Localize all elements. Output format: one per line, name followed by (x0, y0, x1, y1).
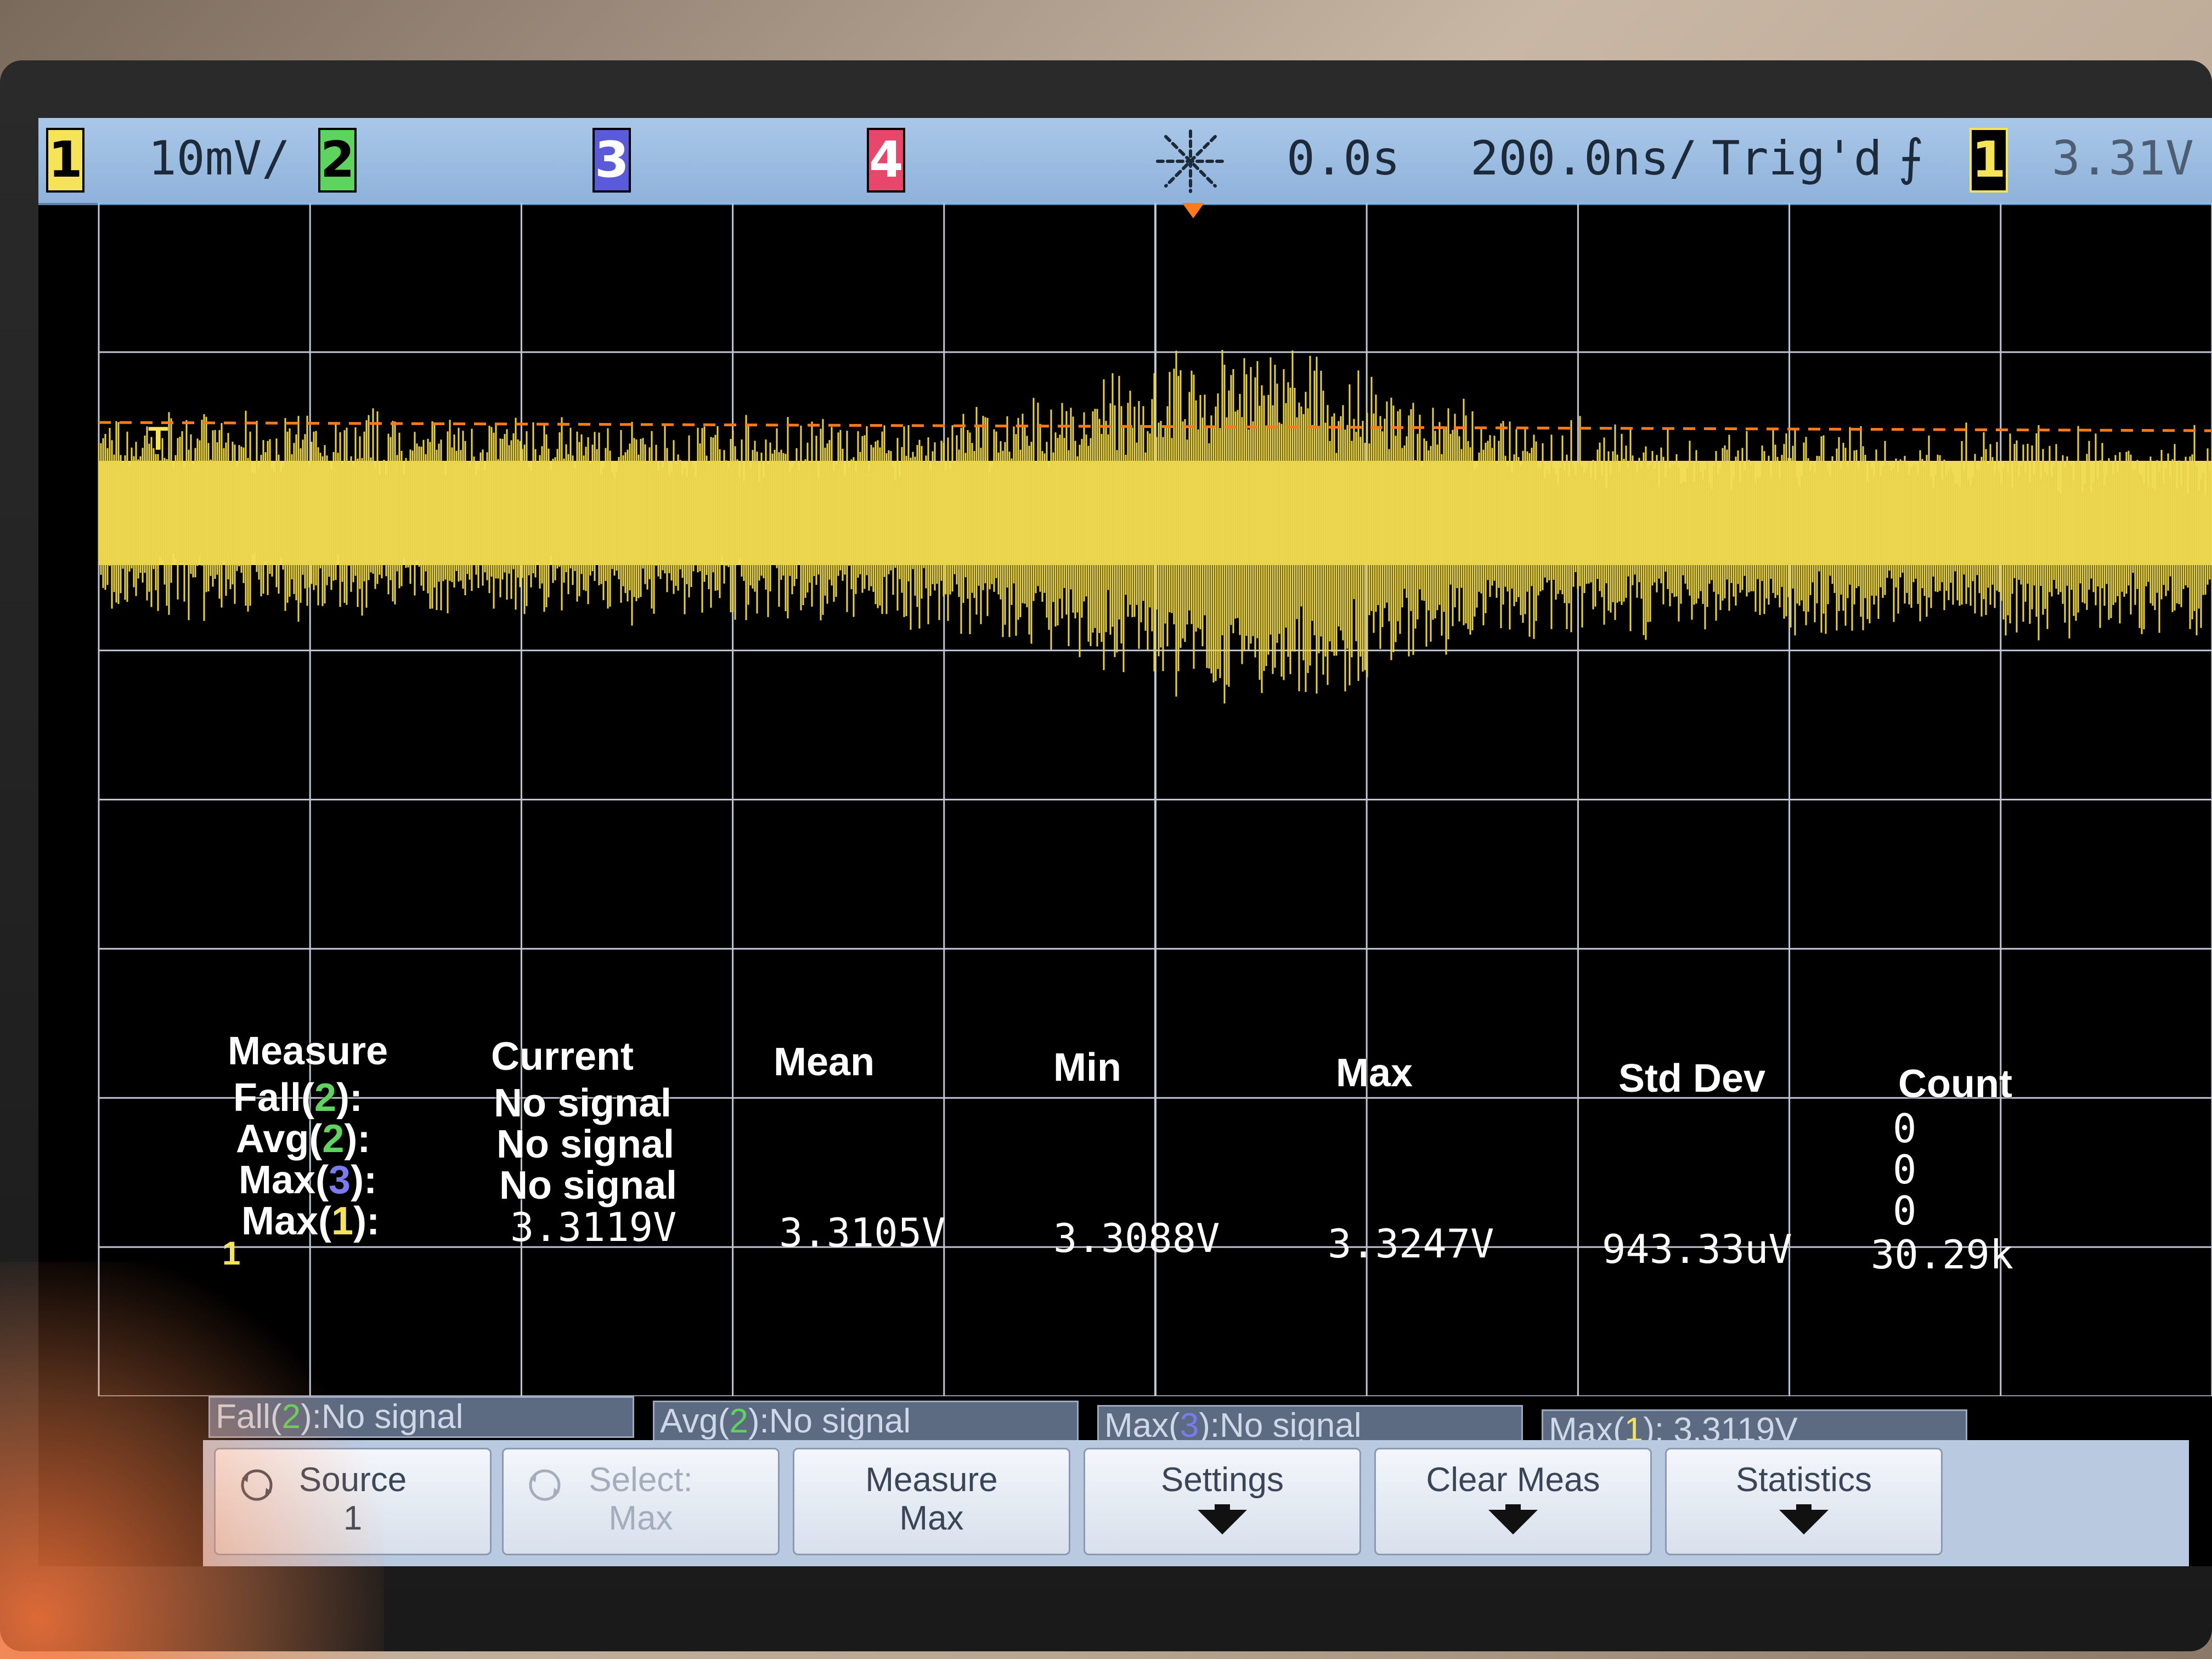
trigger-level[interactable]: 3.31V (2052, 131, 2194, 186)
channel-1-ref-marker: 1 (222, 1235, 240, 1272)
rising-edge-icon[interactable]: ⨍ (1898, 129, 1924, 187)
statistics-softkey[interactable]: Statistics (1665, 1448, 1943, 1555)
status-top-bar: 1 10mV/ 2 3 4 0.0s 200.0ns/ Trig'd ⨍ 1 3… (38, 118, 2212, 205)
source-value: 1 (343, 1499, 363, 1537)
graticule-grid (98, 203, 2212, 1396)
select-softkey[interactable]: Select: Max (502, 1448, 780, 1555)
measure-value: Max (899, 1499, 964, 1537)
clear-meas-softkey[interactable]: Clear Meas (1374, 1448, 1652, 1555)
oscilloscope-screen: 1 10mV/ 2 3 4 0.0s 200.0ns/ Trig'd ⨍ 1 3… (38, 118, 2212, 1566)
status-avg-2: Avg(2):No signal (653, 1401, 1079, 1442)
ground-marker: T (148, 420, 168, 457)
measure-label: Measure (865, 1461, 998, 1499)
waveform-core-band (99, 461, 2212, 565)
submenu-arrow-icon (1779, 1510, 1829, 1534)
channel-2-indicator[interactable]: 2 (318, 128, 357, 193)
acquisition-status-icon (1156, 129, 1225, 193)
submenu-arrow-icon (1198, 1510, 1247, 1534)
measurement-status-bar: Fall(2):No signal Avg(2):No signal Max(3… (208, 1396, 2183, 1451)
source-softkey[interactable]: Source 1 (214, 1448, 492, 1555)
time-offset[interactable]: 0.0s (1286, 131, 1400, 186)
softkey-bar: Source 1 Select: Max Measure Max Setting… (203, 1440, 2189, 1566)
time-scale[interactable]: 200.0ns/ (1470, 131, 1697, 186)
trigger-position-marker (1182, 203, 1204, 218)
settings-softkey[interactable]: Settings (1084, 1448, 1361, 1555)
measure-max-softkey[interactable]: Measure Max (793, 1448, 1070, 1555)
trigger-status: Trig'd (1712, 131, 1882, 186)
select-value: Max (608, 1499, 673, 1537)
channel-3-indicator[interactable]: 3 (592, 128, 631, 193)
settings-label: Settings (1160, 1461, 1284, 1499)
channel-1-indicator[interactable]: 1 (46, 128, 84, 193)
channel-4-indicator[interactable]: 4 (867, 128, 905, 193)
submenu-arrow-icon (1488, 1510, 1538, 1534)
waveform-display: T 1 (98, 203, 2212, 1396)
channel-1-scale[interactable]: 10mV/ (148, 131, 290, 186)
statistics-label: Statistics (1735, 1461, 1872, 1499)
select-label: Select: (589, 1461, 693, 1499)
trigger-source-indicator[interactable]: 1 (1970, 128, 2008, 193)
clear-meas-label: Clear Meas (1426, 1461, 1600, 1499)
status-fall-2: Fall(2):No signal (208, 1396, 634, 1438)
source-label: Source (298, 1461, 407, 1499)
